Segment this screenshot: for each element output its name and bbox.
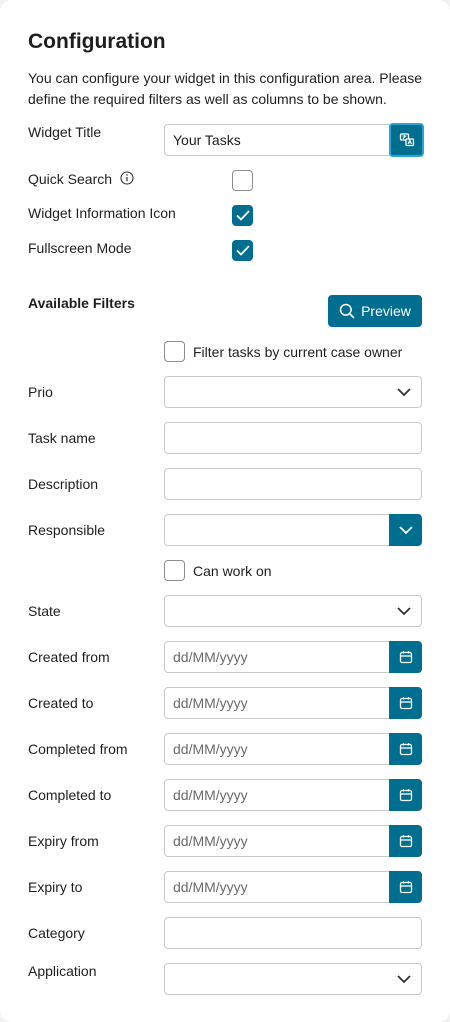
prio-label: Prio [28, 384, 53, 400]
created-from-input[interactable] [164, 641, 390, 673]
chevron-down-icon [397, 607, 411, 616]
completed-to-calendar-button[interactable] [389, 779, 422, 811]
category-input[interactable] [164, 917, 422, 949]
check-icon [235, 245, 250, 256]
expiry-from-label: Expiry from [28, 833, 99, 849]
calendar-icon [399, 789, 412, 802]
chevron-down-icon [397, 975, 411, 984]
calendar-icon [399, 651, 412, 664]
case-owner-checkbox[interactable] [164, 341, 185, 362]
calendar-icon [399, 697, 412, 710]
widget-title-input[interactable] [164, 124, 390, 156]
state-select[interactable] [164, 595, 422, 627]
task-name-input[interactable] [164, 422, 422, 454]
state-label: State [28, 603, 61, 619]
calendar-icon [399, 881, 412, 894]
quick-search-checkbox[interactable] [232, 170, 253, 191]
completed-from-input[interactable] [164, 733, 390, 765]
category-label: Category [28, 925, 85, 941]
created-from-label: Created from [28, 649, 110, 665]
expiry-from-calendar-button[interactable] [389, 825, 422, 857]
responsible-label: Responsible [28, 522, 106, 538]
description-input[interactable] [164, 468, 422, 500]
preview-button-label: Preview [361, 303, 411, 319]
configuration-panel: Configuration You can configure your wid… [0, 0, 450, 1022]
page-description: You can configure your widget in this co… [28, 70, 423, 107]
expiry-from-input[interactable] [164, 825, 390, 857]
case-owner-label: Filter tasks by current case owner [193, 344, 403, 360]
responsible-dropdown-button[interactable] [389, 514, 422, 546]
created-to-input[interactable] [164, 687, 390, 719]
expiry-to-label: Expiry to [28, 879, 83, 895]
created-to-calendar-button[interactable] [389, 687, 422, 719]
expiry-to-calendar-button[interactable] [389, 871, 422, 903]
expiry-to-input[interactable] [164, 871, 390, 903]
created-from-calendar-button[interactable] [389, 641, 422, 673]
responsible-input[interactable] [164, 514, 390, 546]
prio-select[interactable] [164, 376, 422, 408]
info-icon[interactable] [120, 171, 134, 188]
completed-from-calendar-button[interactable] [389, 733, 422, 765]
preview-button[interactable]: Preview [328, 295, 422, 327]
widget-info-icon-label: Widget Information Icon [28, 205, 176, 221]
chevron-down-icon [398, 526, 413, 535]
search-icon [339, 303, 355, 319]
created-to-label: Created to [28, 695, 94, 711]
check-icon [235, 210, 250, 221]
task-name-label: Task name [28, 430, 96, 446]
completed-to-input[interactable] [164, 779, 390, 811]
can-work-on-checkbox[interactable] [164, 560, 185, 581]
calendar-icon [399, 743, 412, 756]
quick-search-label: Quick Search [28, 171, 134, 188]
application-label: Application [28, 963, 97, 979]
page-title: Configuration [28, 30, 166, 53]
can-work-on-label: Can work on [193, 563, 272, 579]
available-filters-heading: Available Filters [28, 295, 135, 311]
fullscreen-mode-checkbox[interactable] [232, 240, 253, 261]
application-select[interactable] [164, 963, 422, 995]
fullscreen-mode-label: Fullscreen Mode [28, 240, 132, 256]
calendar-icon [399, 835, 412, 848]
description-label: Description [28, 476, 99, 492]
completed-from-label: Completed from [28, 741, 128, 757]
chevron-down-icon [397, 388, 411, 397]
widget-info-icon-checkbox[interactable] [232, 205, 253, 226]
translate-button[interactable] [389, 123, 424, 157]
quick-search-text: Quick Search [28, 171, 113, 187]
completed-to-label: Completed to [28, 787, 112, 803]
translate-icon [399, 133, 414, 147]
widget-title-label: Widget Title [28, 124, 102, 140]
